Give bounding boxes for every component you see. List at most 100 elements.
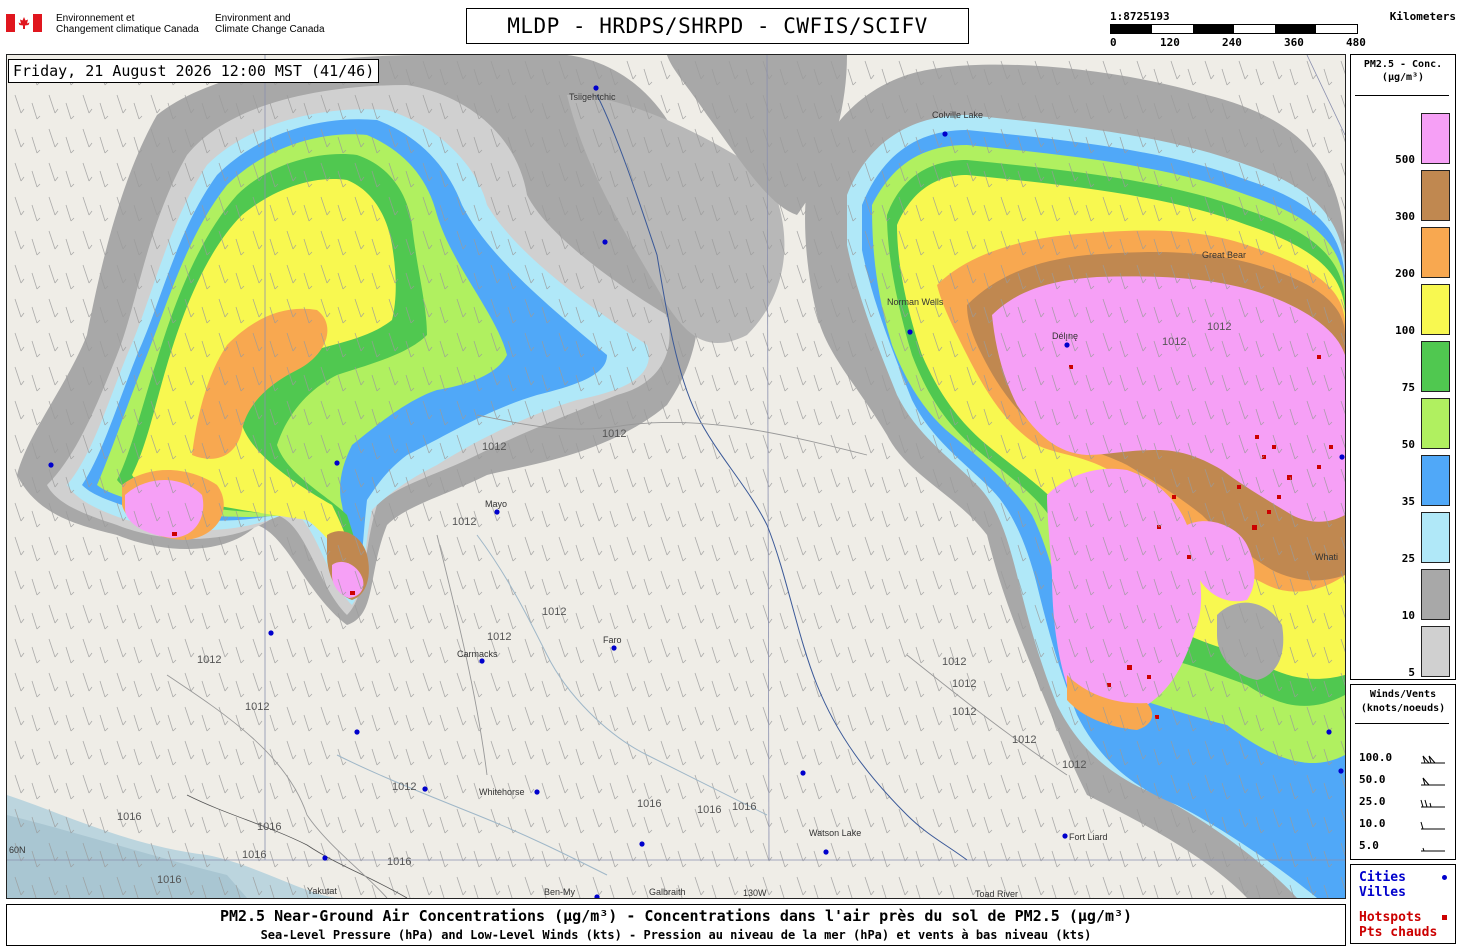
- legend-swatch: [1421, 113, 1450, 164]
- isobar-label: 1012: [482, 441, 506, 453]
- scale-tick: 480: [1346, 36, 1366, 49]
- city-marker: [1062, 833, 1068, 839]
- city-marker: [800, 770, 806, 776]
- forecast-timestamp: Friday, 21 August 2026 12:00 MST (41/46): [8, 59, 380, 83]
- isobar-label: 1012: [1207, 321, 1231, 333]
- city-label: Watson Lake: [809, 828, 861, 838]
- isobar-label: 1012: [602, 428, 626, 440]
- scale-unit: Kilometers: [1389, 10, 1456, 23]
- city-label: Yakutat: [307, 886, 337, 896]
- canada-flag-icon: [6, 14, 42, 32]
- wind-barb-50-icon: [1421, 777, 1445, 786]
- legend-swatch: [1421, 170, 1450, 221]
- city-marker: [942, 131, 948, 137]
- isobar-label: 1012: [452, 516, 476, 528]
- city-label: Faro: [603, 635, 622, 645]
- scale-tick: 120: [1160, 36, 1180, 49]
- government-name-english: Environment and Climate Change Canada: [215, 13, 325, 35]
- map-title: MLDP - HRDPS/SHRPD - CWFIS/SCIFV: [466, 8, 969, 44]
- legend-swatch: [1421, 512, 1450, 563]
- winds-legend-title: Winds/Vents (knots/noeuds): [1360, 689, 1446, 714]
- city-label: Great Bear: [1202, 250, 1246, 260]
- city-label: Galbraith: [649, 887, 686, 897]
- wind-barb-100-icon: [1421, 755, 1445, 764]
- winds-legend-divider: [1355, 723, 1449, 724]
- scale-tick: 240: [1222, 36, 1242, 49]
- legend-swatch-label: 100: [1395, 324, 1415, 337]
- winds-legend: Winds/Vents (knots/noeuds) 100.0 50.0 25…: [1350, 684, 1456, 860]
- legend-swatch-label: 10: [1401, 609, 1415, 622]
- map-view[interactable]: 1012 1012 1012 1012 1012 1012 1012 1012 …: [6, 54, 1346, 899]
- city-label: Toad River: [975, 889, 1018, 898]
- legend-swatch-label: 300: [1395, 210, 1415, 223]
- wind-speed-label: 50.0: [1359, 773, 1386, 786]
- legend-swatch: [1421, 569, 1450, 620]
- caption-line-2: Sea-Level Pressure (hPa) and Low-Level W…: [260, 928, 1092, 942]
- city-label: Mayo: [485, 499, 507, 509]
- city-marker: [602, 239, 608, 245]
- legend-swatch: [1421, 398, 1450, 449]
- scale-ratio: 1:8725193: [1110, 10, 1170, 23]
- scale-tick: 360: [1284, 36, 1304, 49]
- map-caption: PM2.5 Near-Ground Air Concentrations (µg…: [6, 904, 1346, 946]
- government-name-french: Environnement et Changement climatique C…: [56, 13, 199, 35]
- city-marker: [48, 462, 54, 468]
- city-label: Whati: [1315, 552, 1338, 562]
- city-marker: [907, 329, 913, 335]
- city-dot-icon: [1442, 875, 1447, 880]
- isobar-label: 1012: [952, 678, 976, 690]
- places-legend: Cities Villes Hotspots Pts chauds: [1350, 864, 1456, 944]
- city-label: Norman Wells: [887, 297, 944, 307]
- legend-swatch-label: 25: [1401, 552, 1415, 565]
- city-marker: [494, 509, 500, 515]
- isobar-label: 1016: [117, 811, 141, 823]
- wind-barb-field: [7, 55, 1345, 898]
- city-marker: [334, 460, 340, 466]
- legend-divider: [1355, 95, 1449, 96]
- city-marker: [1338, 768, 1344, 774]
- legend-swatch-label: 200: [1395, 267, 1415, 280]
- wind-barb-10-icon: [1420, 821, 1445, 830]
- city-label: Ben-My: [544, 887, 576, 897]
- city-marker: [1339, 454, 1345, 460]
- isobar-label: 1012: [1162, 336, 1186, 348]
- map-canvas: 1012 1012 1012 1012 1012 1012 1012 1012 …: [7, 55, 1345, 898]
- city-marker: [479, 658, 485, 664]
- city-label: Colville Lake: [932, 110, 983, 120]
- legend-swatch: [1421, 227, 1450, 278]
- legend-swatch: [1421, 284, 1450, 335]
- isobar-label: 1012: [1012, 734, 1036, 746]
- city-marker: [823, 849, 829, 855]
- graticule-label: 60N: [9, 845, 26, 855]
- wind-speed-label: 25.0: [1359, 795, 1386, 808]
- city-marker: [534, 789, 540, 795]
- city-marker: [322, 855, 328, 861]
- city-marker: [354, 729, 360, 735]
- isobar-label: 1012: [392, 781, 416, 793]
- legend-swatch-label: 5: [1408, 666, 1415, 679]
- legend-swatch: [1421, 455, 1450, 506]
- legend-title: PM2.5 - Conc. (µg/m³): [1363, 59, 1443, 83]
- city-label: Délı̨nę: [1052, 331, 1078, 341]
- city-label: Tsiigehtchic: [569, 92, 616, 102]
- caption-line-1: PM2.5 Near-Ground Air Concentrations (µg…: [219, 907, 1133, 925]
- scale-bar-graphic: [1110, 24, 1358, 34]
- wind-speed-label: 5.0: [1359, 839, 1379, 852]
- isobar-label: 1012: [487, 631, 511, 643]
- city-marker: [1064, 342, 1070, 348]
- legend-swatch-label: 500: [1395, 153, 1415, 166]
- legend-swatch: [1421, 626, 1450, 677]
- city-marker: [639, 841, 645, 847]
- isobar-label: 1016: [157, 874, 181, 886]
- graticule-label: 130W: [743, 888, 767, 898]
- isobar-label: 1012: [952, 706, 976, 718]
- city-marker: [593, 85, 599, 91]
- city-marker: [422, 786, 428, 792]
- isobar-label: 1012: [245, 701, 269, 713]
- legend-swatch-label: 50: [1401, 438, 1415, 451]
- wind-speed-label: 10.0: [1359, 817, 1386, 830]
- wind-barb-25-icon: [1420, 799, 1445, 808]
- isobar-label: 1016: [697, 804, 721, 816]
- legend-swatch: [1421, 341, 1450, 392]
- concentration-legend: PM2.5 - Conc. (µg/m³) 500 300 200 100 75 50 35…: [1350, 54, 1456, 680]
